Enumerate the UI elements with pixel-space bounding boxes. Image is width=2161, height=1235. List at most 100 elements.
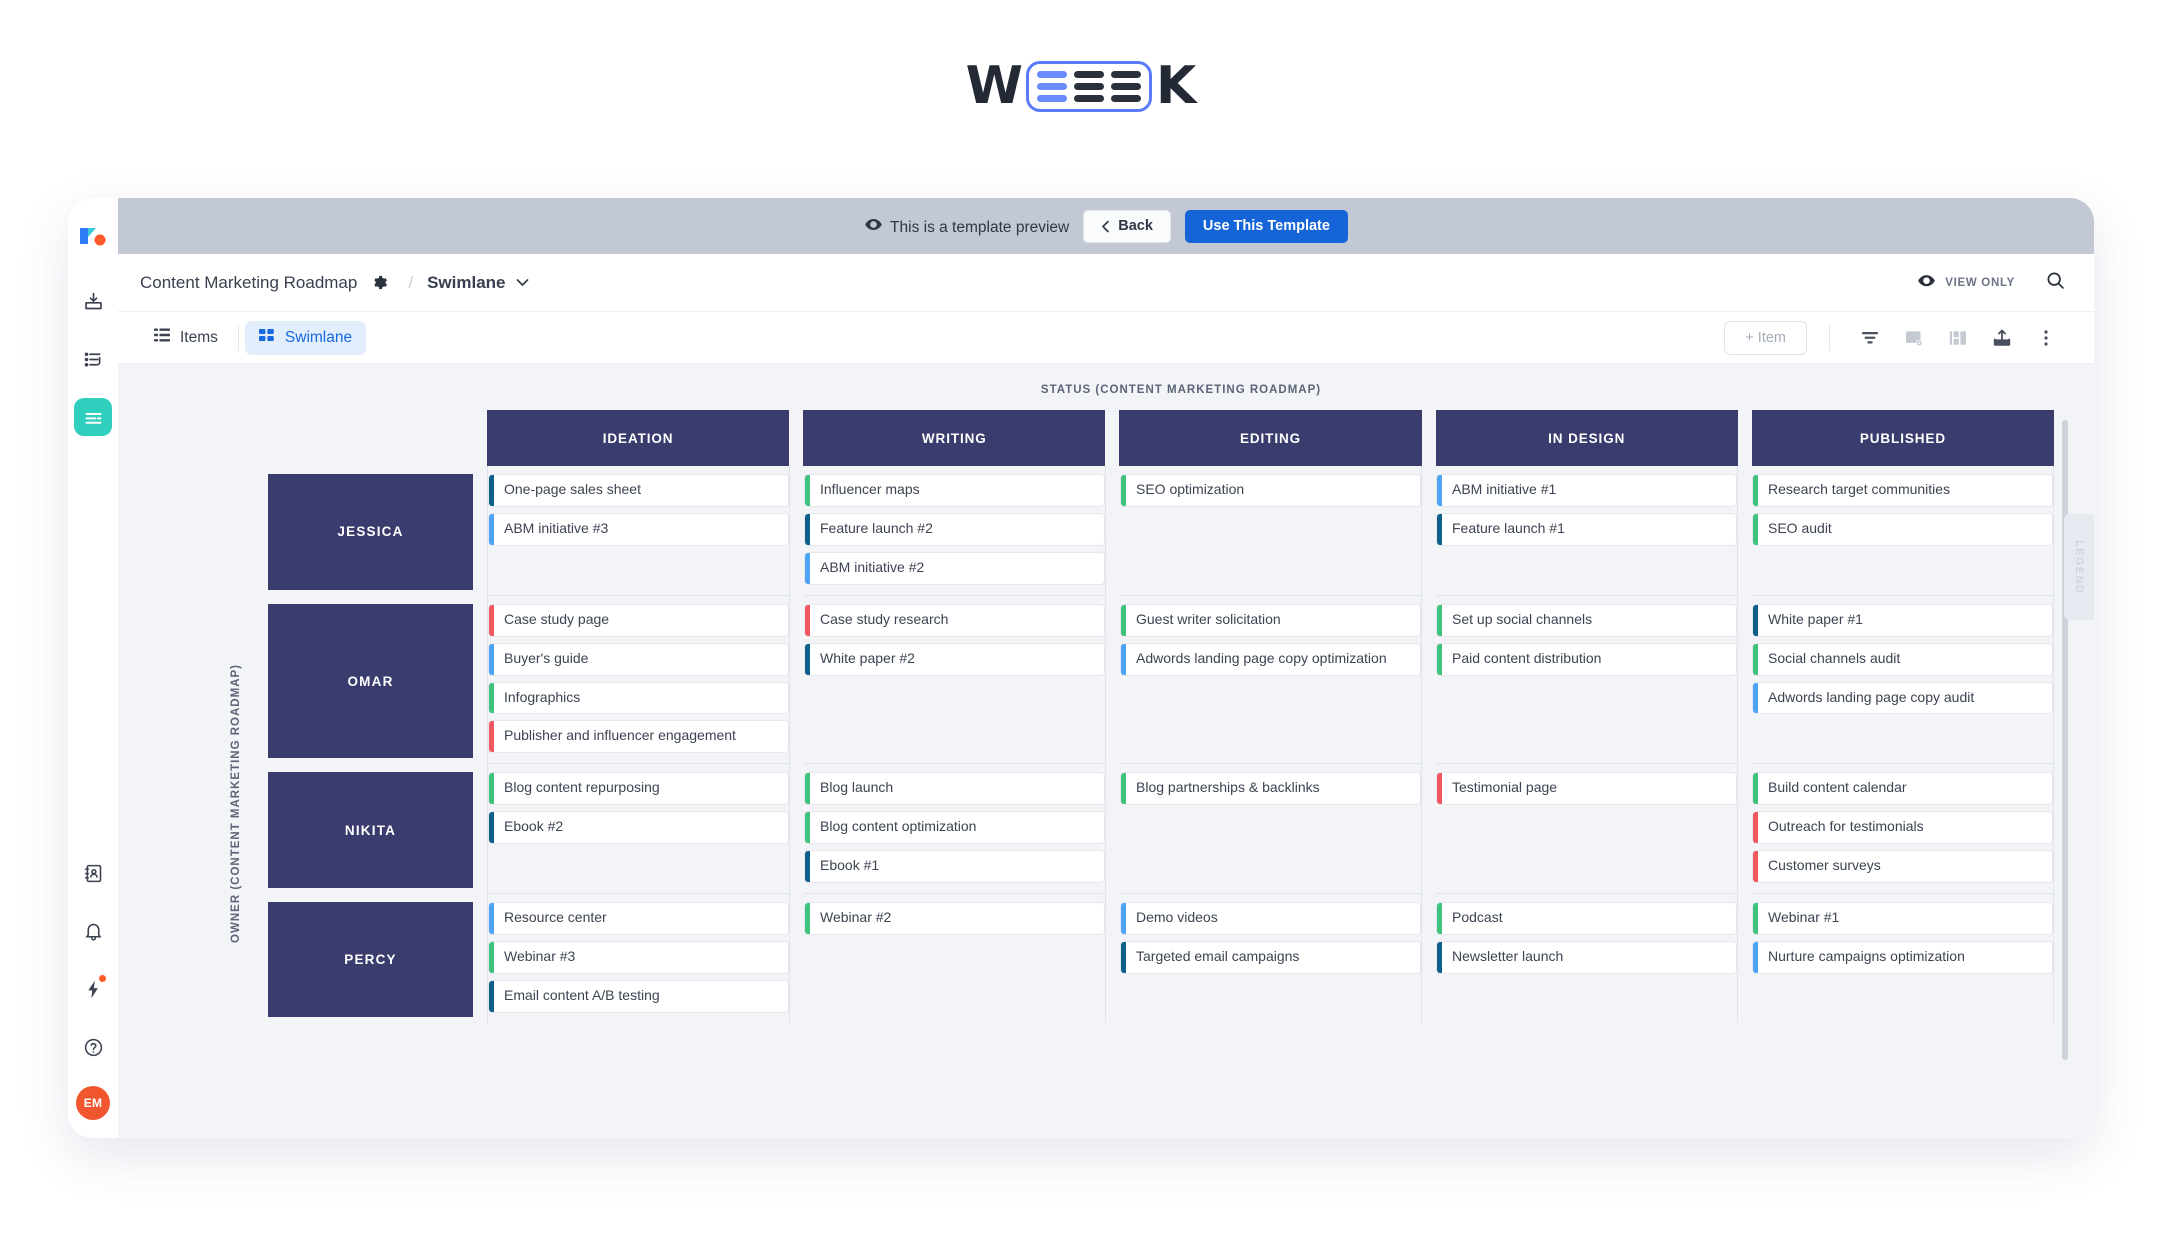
task-card-title: Nurture campaigns optimization (1768, 947, 1965, 964)
swimlane-label-jessica[interactable]: JESSICA (268, 474, 473, 590)
task-card[interactable]: Set up social channels (1436, 603, 1737, 637)
column-header-published[interactable]: PUBLISHED (1751, 410, 2055, 466)
swimlane-label-nikita[interactable]: NIKITA (268, 772, 473, 889)
sidebar-item-contacts[interactable] (74, 854, 112, 892)
task-card[interactable]: Outreach for testimonials (1752, 811, 2053, 845)
sidebar-item-help[interactable] (74, 1028, 112, 1066)
chevron-down-icon[interactable] (516, 278, 529, 287)
task-card-title: Adwords landing page copy optimization (1136, 649, 1387, 666)
card-link-icon[interactable] (1892, 321, 1936, 355)
weeek-logo-icon[interactable] (78, 224, 108, 254)
task-card[interactable]: Nurture campaigns optimization (1752, 940, 2053, 974)
task-card[interactable]: Research target communities (1752, 474, 2053, 507)
task-card[interactable]: Infographics (488, 681, 789, 715)
task-card[interactable]: Blog partnerships & backlinks (1120, 772, 1421, 806)
more-vertical-icon[interactable] (2024, 321, 2068, 355)
task-card[interactable]: Blog content repurposing (488, 772, 789, 806)
column-header-ideation[interactable]: IDEATION (487, 410, 790, 466)
task-card-title: Webinar #2 (820, 909, 892, 926)
task-card-title: Infographics (504, 688, 581, 705)
task-card-title: Case study page (504, 610, 610, 627)
task-card[interactable]: Blog content optimization (804, 811, 1105, 845)
task-card-title: Testimonial page (1452, 779, 1558, 796)
task-card[interactable]: Feature launch #2 (804, 512, 1105, 546)
column-header-writing[interactable]: WRITING (803, 410, 1106, 466)
layout-icon[interactable] (1936, 321, 1980, 355)
sidebar-item-automations[interactable] (74, 970, 112, 1008)
task-card[interactable]: One-page sales sheet (488, 474, 789, 507)
swimlane-label-percy[interactable]: PERCY (268, 902, 473, 1017)
task-card[interactable]: Case study page (488, 603, 789, 637)
sidebar-item-tasks[interactable] (74, 340, 112, 378)
task-card[interactable]: Demo videos (1120, 902, 1421, 935)
task-card[interactable]: Customer surveys (1752, 850, 2053, 884)
sidebar-item-board[interactable] (74, 398, 112, 436)
grid-icon (258, 327, 275, 348)
task-card[interactable]: Webinar #3 (488, 940, 789, 974)
task-card-title: Case study research (820, 610, 949, 627)
task-card[interactable]: ABM initiative #2 (804, 551, 1105, 585)
task-card[interactable]: Resource center (488, 902, 789, 935)
filter-icon[interactable] (1848, 321, 1892, 355)
task-card[interactable]: Targeted email campaigns (1120, 940, 1421, 974)
task-card[interactable]: Case study research (804, 603, 1105, 637)
breadcrumb-view-name[interactable]: Swimlane (427, 273, 505, 293)
task-card[interactable]: Influencer maps (804, 474, 1105, 507)
task-card[interactable]: Publisher and influencer engagement (488, 720, 789, 754)
task-card[interactable]: Ebook #2 (488, 811, 789, 845)
task-card[interactable]: Paid content distribution (1436, 642, 1737, 676)
task-card[interactable]: Feature launch #1 (1436, 512, 1737, 546)
toolbar-divider (1829, 324, 1830, 351)
task-card[interactable]: Guest writer solicitation (1120, 603, 1421, 637)
task-card[interactable]: Newsletter launch (1436, 940, 1737, 974)
add-item-button[interactable]: + Item (1724, 320, 1807, 355)
back-button[interactable]: Back (1083, 209, 1171, 243)
board-cell: Webinar #1 Nurture campaigns optimization (1752, 894, 2054, 1023)
export-icon[interactable] (1980, 321, 2024, 355)
legend-tab[interactable]: LEGEND (2064, 514, 2094, 620)
task-card[interactable]: Blog launch (804, 772, 1105, 806)
page-title[interactable]: Content Marketing Roadmap (140, 273, 357, 293)
task-card[interactable]: Webinar #1 (1752, 902, 2053, 935)
eye-icon (1917, 274, 1936, 292)
sidebar-item-inbox[interactable] (74, 282, 112, 320)
task-card[interactable]: Testimonial page (1436, 772, 1737, 806)
task-card[interactable]: White paper #1 (1752, 603, 2053, 637)
column-header-in-design[interactable]: IN DESIGN (1435, 410, 1738, 466)
task-card[interactable]: Adwords landing page copy audit (1752, 681, 2053, 715)
task-card[interactable]: SEO optimization (1120, 474, 1421, 507)
task-card[interactable]: White paper #2 (804, 642, 1105, 676)
task-card[interactable]: Email content A/B testing (488, 979, 789, 1013)
app-window: EM This is a template preview Back Use T… (68, 198, 2094, 1138)
task-card-title: Publisher and influencer engagement (504, 727, 736, 744)
avatar[interactable]: EM (76, 1086, 110, 1120)
tab-items[interactable]: Items (140, 321, 232, 355)
task-card[interactable]: Adwords landing page copy optimization (1120, 642, 1421, 676)
swimlane-row: OMAR Case study page Buyer's guide Infograp… (268, 595, 2054, 765)
task-card[interactable]: Build content calendar (1752, 772, 2053, 806)
tab-swimlane[interactable]: Swimlane (244, 320, 367, 355)
task-card[interactable]: Ebook #1 (804, 850, 1105, 884)
left-sidebar: EM (68, 198, 118, 1138)
task-card[interactable]: ABM initiative #1 (1436, 474, 1737, 507)
task-card[interactable]: Webinar #2 (804, 902, 1105, 935)
task-card[interactable]: Social channels audit (1752, 642, 2053, 676)
search-icon[interactable] (2045, 270, 2066, 296)
swimlane-label-omar[interactable]: OMAR (268, 603, 473, 759)
board-cell: White paper #1 Social channels audit Adwor… (1752, 595, 2054, 765)
use-template-button[interactable]: Use This Template (1184, 209, 1348, 243)
gear-icon[interactable] (371, 274, 388, 291)
task-card-title: SEO audit (1768, 519, 1832, 536)
task-card[interactable]: Podcast (1436, 902, 1737, 935)
brand-logo: W K (0, 60, 2161, 112)
column-header-editing[interactable]: EDITING (1119, 410, 1422, 466)
task-card[interactable]: ABM initiative #3 (488, 512, 789, 546)
task-card-title: SEO optimization (1136, 481, 1245, 497)
preview-message-wrap: This is a template preview (864, 215, 1069, 237)
task-card[interactable]: Buyer's guide (488, 642, 789, 676)
sidebar-item-notifications[interactable] (74, 912, 112, 950)
task-card-title: Webinar #3 (504, 947, 576, 964)
task-card[interactable]: SEO audit (1752, 512, 2053, 546)
board-cell: Build content calendar Outreach for testi… (1752, 764, 2054, 895)
project-header: Content Marketing Roadmap / Swimlane VIE… (118, 254, 2094, 312)
